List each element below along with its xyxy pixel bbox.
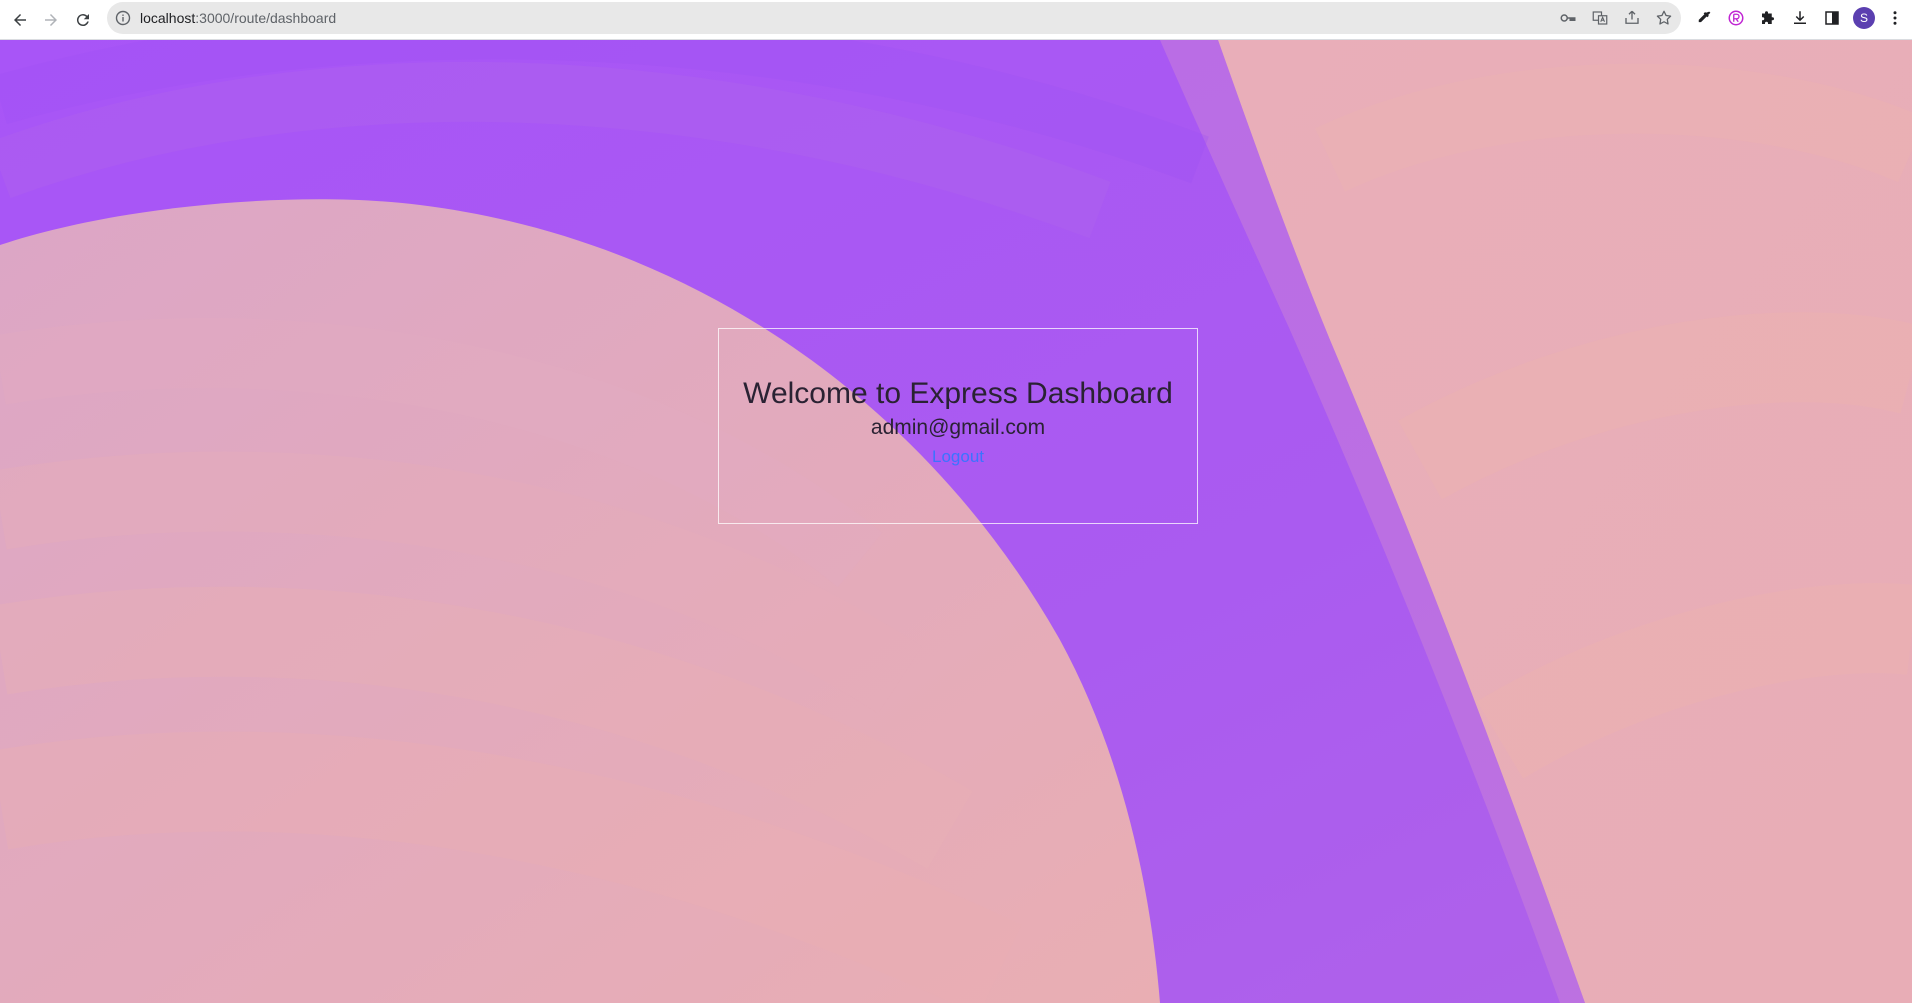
address-bar[interactable]: localhost:3000/route/dashboard xyxy=(107,2,1681,34)
forward-icon[interactable] xyxy=(39,8,63,32)
logout-link[interactable]: Logout xyxy=(932,446,984,468)
url-path: :3000/route/dashboard xyxy=(195,10,337,26)
browser-toolbar: localhost:3000/route/dashboard S xyxy=(0,0,1912,40)
site-info-icon[interactable] xyxy=(115,10,131,26)
profile-avatar[interactable]: S xyxy=(1853,7,1875,29)
page-title: Welcome to Express Dashboard xyxy=(743,377,1173,410)
url-text[interactable]: localhost:3000/route/dashboard xyxy=(140,10,336,26)
welcome-card: Welcome to Express Dashboard admin@gmail… xyxy=(718,328,1198,524)
eyedropper-icon[interactable] xyxy=(1694,8,1714,28)
url-host: localhost xyxy=(140,10,196,26)
share-icon[interactable] xyxy=(1623,9,1641,27)
user-email: admin@gmail.com xyxy=(870,416,1046,439)
key-icon[interactable] xyxy=(1559,9,1577,27)
puzzle-icon[interactable] xyxy=(1758,8,1778,28)
star-icon[interactable] xyxy=(1655,9,1673,27)
download-icon[interactable] xyxy=(1790,8,1810,28)
side-panel-icon[interactable] xyxy=(1822,8,1842,28)
dashboard-page: Welcome to Express Dashboard admin@gmail… xyxy=(0,40,1912,1003)
translate-icon[interactable] xyxy=(1591,9,1609,27)
back-icon[interactable] xyxy=(8,8,32,32)
kebab-menu-icon[interactable] xyxy=(1885,8,1905,28)
reload-icon[interactable] xyxy=(71,8,95,32)
extension-badge-icon[interactable] xyxy=(1726,8,1746,28)
